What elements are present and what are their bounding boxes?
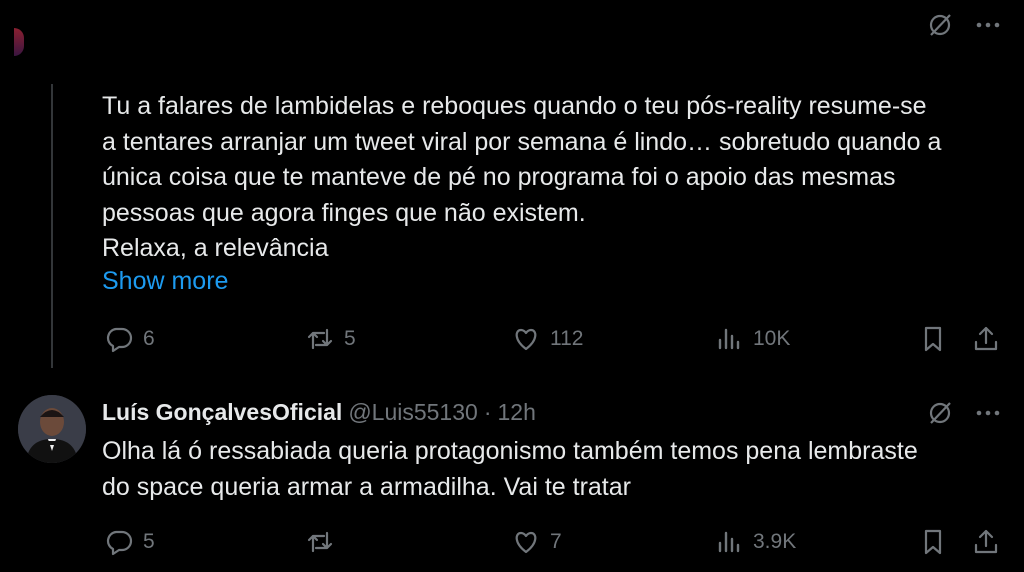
views-button[interactable]: 10K [714,324,790,354]
share-button[interactable] [971,324,1001,359]
more-button[interactable] [973,398,1003,433]
share-button[interactable] [971,527,1001,562]
more-icon [976,22,1000,28]
reply-count: 5 [143,530,155,553]
separator-dot: · [483,399,492,425]
avatar-image [18,395,86,463]
tweet-text-line: única coisa que te manteve de pé no prog… [102,163,896,191]
user-handle[interactable]: @Luis55130 [348,399,478,426]
bookmark-button[interactable] [918,324,948,359]
reply-count: 6 [143,327,155,350]
reply-icon [106,327,133,353]
grok-button[interactable] [925,398,955,433]
reply-button[interactable]: 6 [104,324,155,354]
like-count: 112 [550,327,584,350]
reply-button[interactable]: 5 [104,527,155,557]
tweet-text-line: a tentares arranjar um tweet viral por s… [102,127,942,156]
share-icon [974,529,998,554]
views-icon [718,531,740,553]
bookmark-button[interactable] [918,527,948,562]
reply-icon [106,530,133,556]
timestamp[interactable]: 12h [497,399,535,426]
bookmark-icon [924,529,942,555]
show-more-link[interactable]: Show more [102,267,228,296]
views-count: 10K [753,327,791,350]
repost-icon [307,328,333,350]
avatar-partial[interactable] [14,28,24,56]
tweet-text-line: do space queria armar a armadilha. Vai t… [102,472,631,501]
tweet-text-line: Relaxa, a relevância [102,234,329,262]
more-icon [976,410,1000,416]
avatar[interactable] [18,395,86,463]
views-count: 3.9K [753,530,797,553]
bookmark-icon [924,326,942,352]
grok-icon [929,402,951,424]
like-icon [515,531,537,554]
repost-icon [307,531,333,553]
like-count: 7 [550,530,562,553]
repost-count: 5 [344,327,356,350]
tweet-text: Tu a falares de lambidelas e reboques qu… [102,89,1007,267]
repost-button[interactable]: 5 [305,324,356,354]
tweet-header: Luís GonçalvesOficial @Luis55130 · 12h [102,399,536,426]
views-icon [718,328,740,350]
views-button[interactable]: 3.9K [714,527,796,557]
tweet-text-line: Olha lá ó ressabiada queria protagonismo… [102,437,918,465]
tweet-text-line: Tu a falares de lambidelas e reboques qu… [102,92,927,120]
more-button[interactable] [973,10,1003,45]
repost-button[interactable] [305,527,344,557]
grok-icon [929,14,951,36]
tweet-text: Olha lá ó ressabiada queria protagonismo… [102,434,1007,505]
like-icon [515,328,537,351]
share-icon [974,326,998,351]
display-name[interactable]: Luís GonçalvesOficial [102,399,342,426]
like-button[interactable]: 112 [511,324,583,354]
thread-line [51,84,53,368]
grok-button[interactable] [925,10,955,45]
like-button[interactable]: 7 [511,527,562,557]
tweet-text-line: pessoas que agora finges que não existem… [102,198,586,227]
